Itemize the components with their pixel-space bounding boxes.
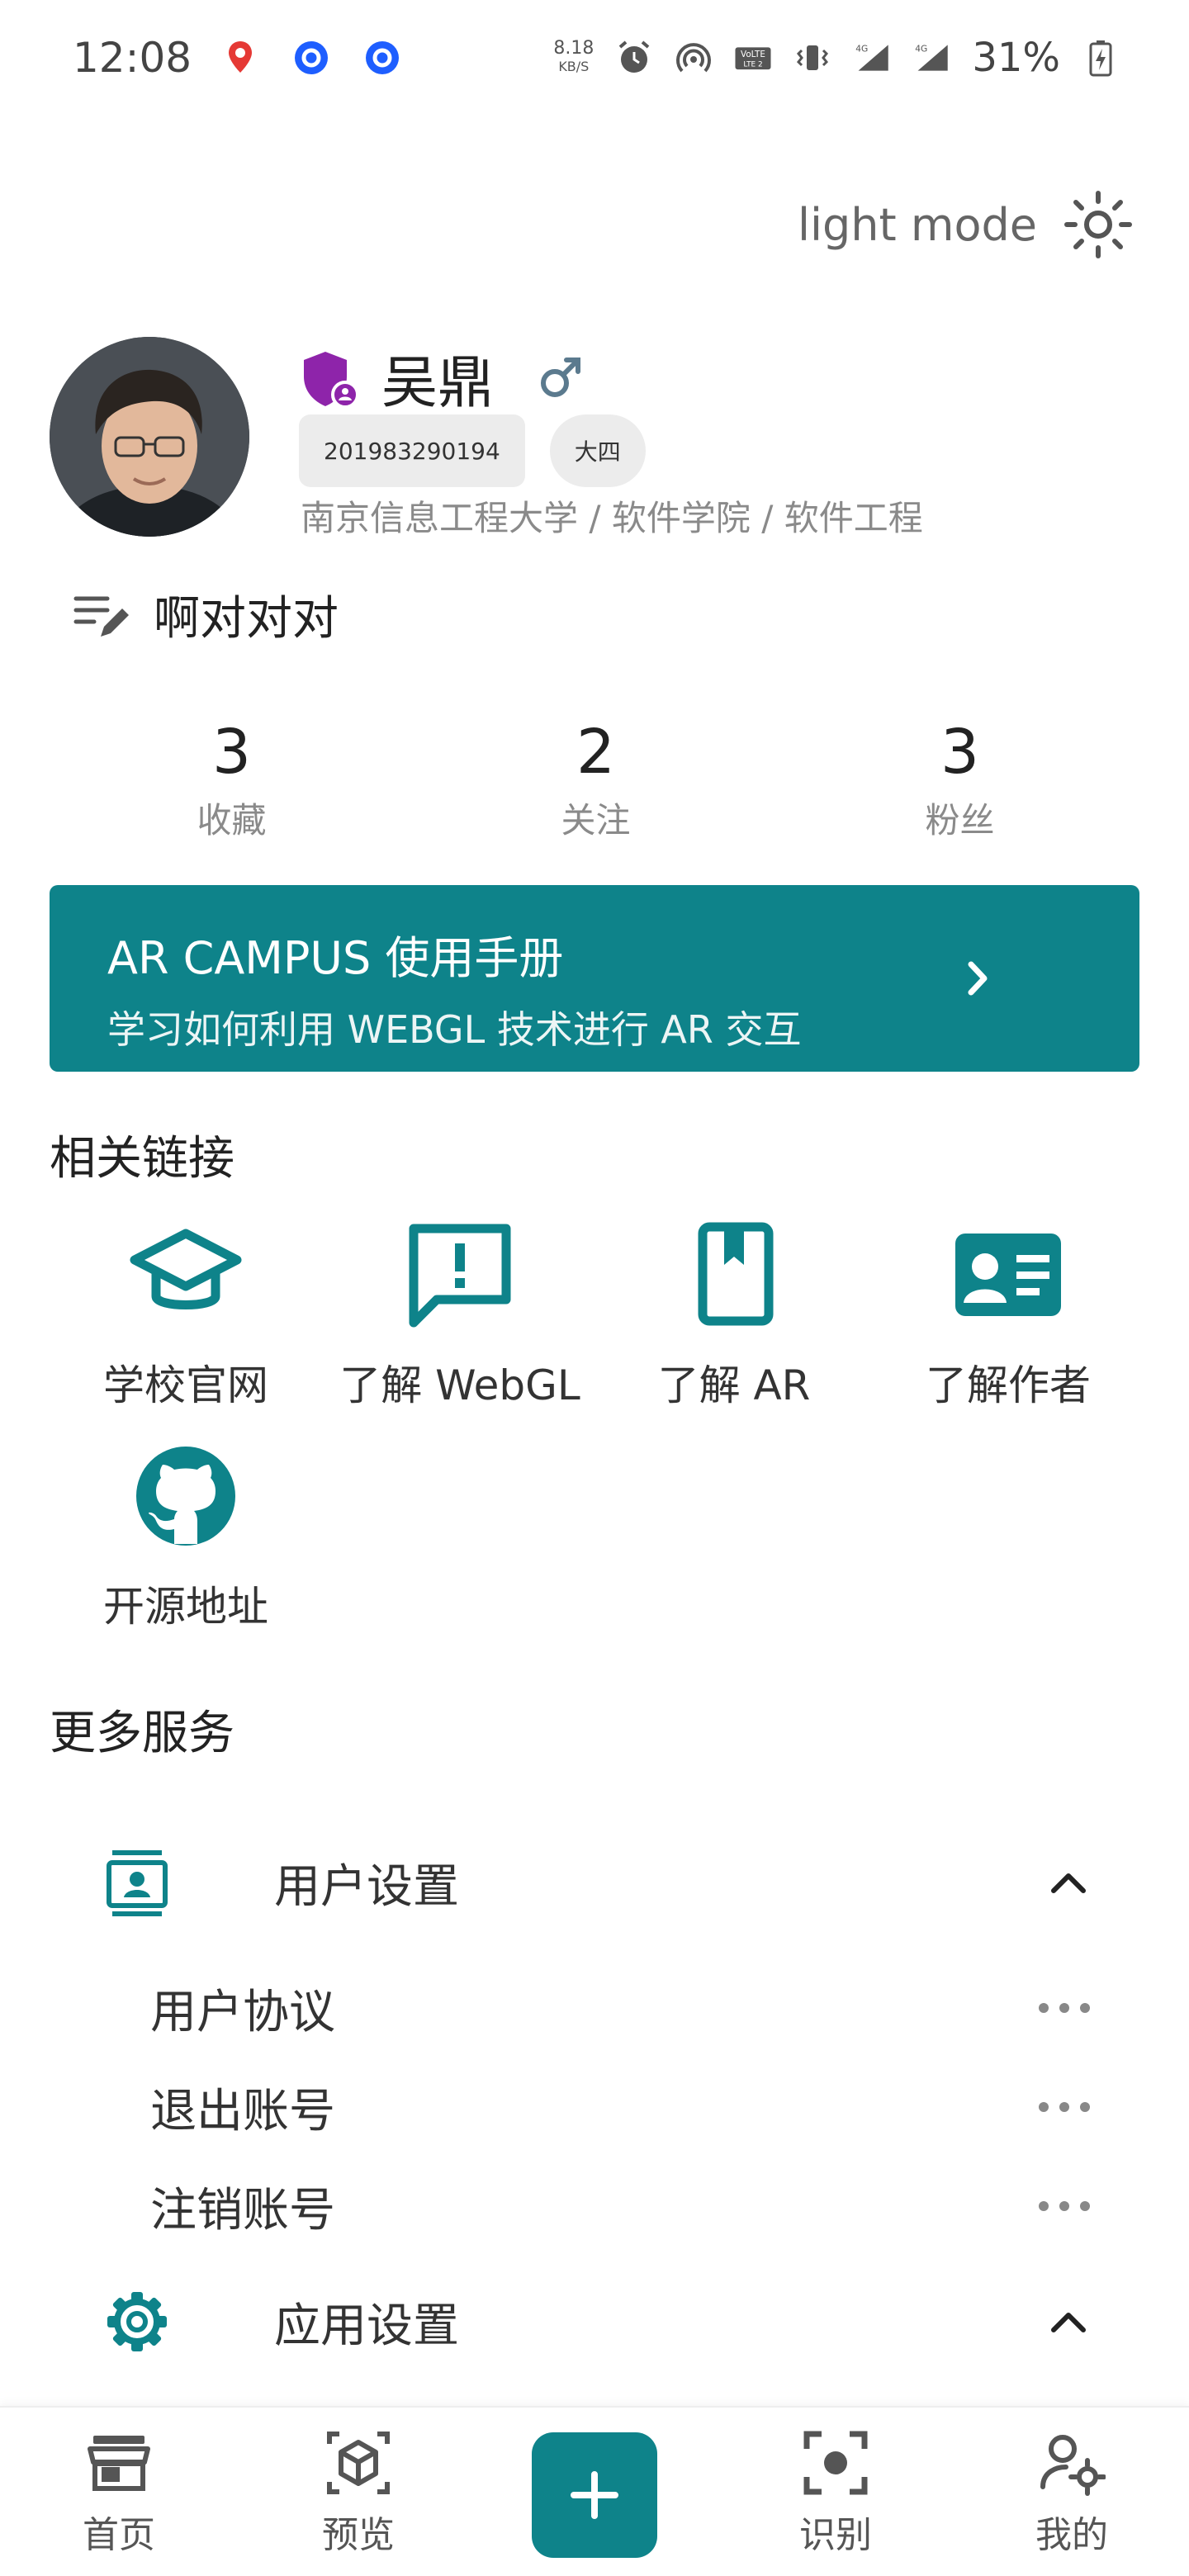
signal-icon-2: 4G xyxy=(912,39,950,77)
svg-text:4G: 4G xyxy=(916,44,928,54)
sun-icon[interactable] xyxy=(1062,188,1135,261)
signature-text: 啊对对对 xyxy=(154,592,339,646)
services-section-title: 更多服务 xyxy=(50,1707,234,1760)
user-settings-title: 用户设置 xyxy=(274,1859,459,1914)
alarm-icon xyxy=(615,39,653,77)
signature[interactable]: 啊对对对 xyxy=(71,581,339,648)
scan-icon xyxy=(803,2431,868,2495)
svg-text:LTE 2: LTE 2 xyxy=(744,60,763,69)
vibrate-icon xyxy=(793,39,831,77)
bottom-nav: 首页 预览 识别 我的 xyxy=(0,2406,1189,2576)
svg-text:VoLTE: VoLTE xyxy=(741,50,765,59)
school-path: 南京信息工程大学 / 软件学院 / 软件工程 xyxy=(301,498,923,538)
link-source-code[interactable]: 开源地址 xyxy=(50,1443,322,1633)
add-button[interactable] xyxy=(532,2432,657,2558)
contact-card-icon xyxy=(955,1234,1061,1316)
stat-favorites[interactable]: 3 收藏 xyxy=(50,715,414,843)
chevron-right-icon xyxy=(968,961,988,996)
banner-title: AR CAMPUS 使用手册 xyxy=(107,932,564,984)
book-icon xyxy=(698,1222,774,1326)
avatar[interactable] xyxy=(50,337,249,537)
menu-item-user-agreement[interactable]: 用户协议 xyxy=(150,1967,1092,2049)
nav-preview[interactable]: 预览 xyxy=(276,2429,441,2558)
link-ar[interactable]: 了解 AR xyxy=(598,1222,870,1412)
app-notification-icon-2 xyxy=(363,39,401,77)
more-icon[interactable] xyxy=(1037,2099,1092,2115)
edit-notes-icon xyxy=(73,596,129,637)
links-section-title: 相关链接 xyxy=(50,1132,234,1186)
menu-item-logout[interactable]: 退出账号 xyxy=(150,2066,1092,2148)
signal-icon-1: 4G xyxy=(853,39,891,77)
verified-shield-icon xyxy=(304,351,359,408)
svg-text:4G: 4G xyxy=(856,44,869,54)
status-bar: 12:08 8.18 KB/S VoLTE LTE 2 4G 4G 31% xyxy=(0,0,1189,116)
add-icon xyxy=(571,2471,618,2519)
stat-followers[interactable]: 3 粉丝 xyxy=(778,715,1142,843)
male-icon xyxy=(541,357,581,397)
battery-charging-icon xyxy=(1082,39,1120,77)
user-settings-icon xyxy=(1040,2435,1106,2496)
chevron-up-icon[interactable] xyxy=(1044,1858,1093,1907)
banner-subtitle: 学习如何利用 WEBGL 技术进行 AR 交互 xyxy=(107,1007,802,1052)
stats-row: 3 收藏 2 关注 3 粉丝 xyxy=(0,715,1189,843)
user-badge-icon xyxy=(107,1850,168,1916)
nav-mine[interactable]: 我的 xyxy=(989,2429,1154,2558)
gear-icon xyxy=(107,2292,167,2351)
hotspot-icon xyxy=(675,39,713,77)
github-icon xyxy=(136,1447,235,1546)
net-speed: 8.18 KB/S xyxy=(553,38,594,75)
app-settings-title: 应用设置 xyxy=(274,2299,459,2353)
battery-percent: 31% xyxy=(972,35,1060,81)
student-id-chip: 201983290194 xyxy=(299,414,525,487)
more-icon[interactable] xyxy=(1037,2000,1092,2016)
grade-chip: 大四 xyxy=(549,414,646,487)
theme-toggle[interactable]: light mode xyxy=(798,188,1135,261)
status-time: 12:08 xyxy=(73,34,192,82)
link-school-site[interactable]: 学校官网 xyxy=(50,1222,322,1412)
map-pin-icon xyxy=(221,39,259,77)
user-settings-group[interactable]: 用户设置 xyxy=(102,1841,1093,1924)
store-icon xyxy=(88,2436,150,2491)
menu-item-delete-account[interactable]: 注销账号 xyxy=(150,2165,1092,2247)
app-settings-group[interactable]: 应用设置 xyxy=(102,2280,1093,2363)
link-author[interactable]: 了解作者 xyxy=(872,1222,1144,1412)
nav-home[interactable]: 首页 xyxy=(36,2429,201,2558)
nav-recognize[interactable]: 识别 xyxy=(753,2429,918,2558)
stat-following[interactable]: 2 关注 xyxy=(414,715,778,843)
app-notification-icon xyxy=(292,39,330,77)
link-webgl[interactable]: 了解 WebGL xyxy=(324,1222,596,1412)
user-name: 吴鼎 xyxy=(381,351,495,416)
cube-icon xyxy=(327,2432,390,2494)
graduation-cap-icon xyxy=(130,1229,242,1309)
volte-icon: VoLTE LTE 2 xyxy=(734,39,772,77)
theme-label: light mode xyxy=(798,198,1037,251)
feedback-icon xyxy=(409,1224,511,1328)
chevron-up-icon[interactable] xyxy=(1044,2297,1093,2346)
more-icon[interactable] xyxy=(1037,2198,1092,2214)
manual-banner[interactable]: AR CAMPUS 使用手册 学习如何利用 WEBGL 技术进行 AR 交互 xyxy=(50,885,1139,1072)
